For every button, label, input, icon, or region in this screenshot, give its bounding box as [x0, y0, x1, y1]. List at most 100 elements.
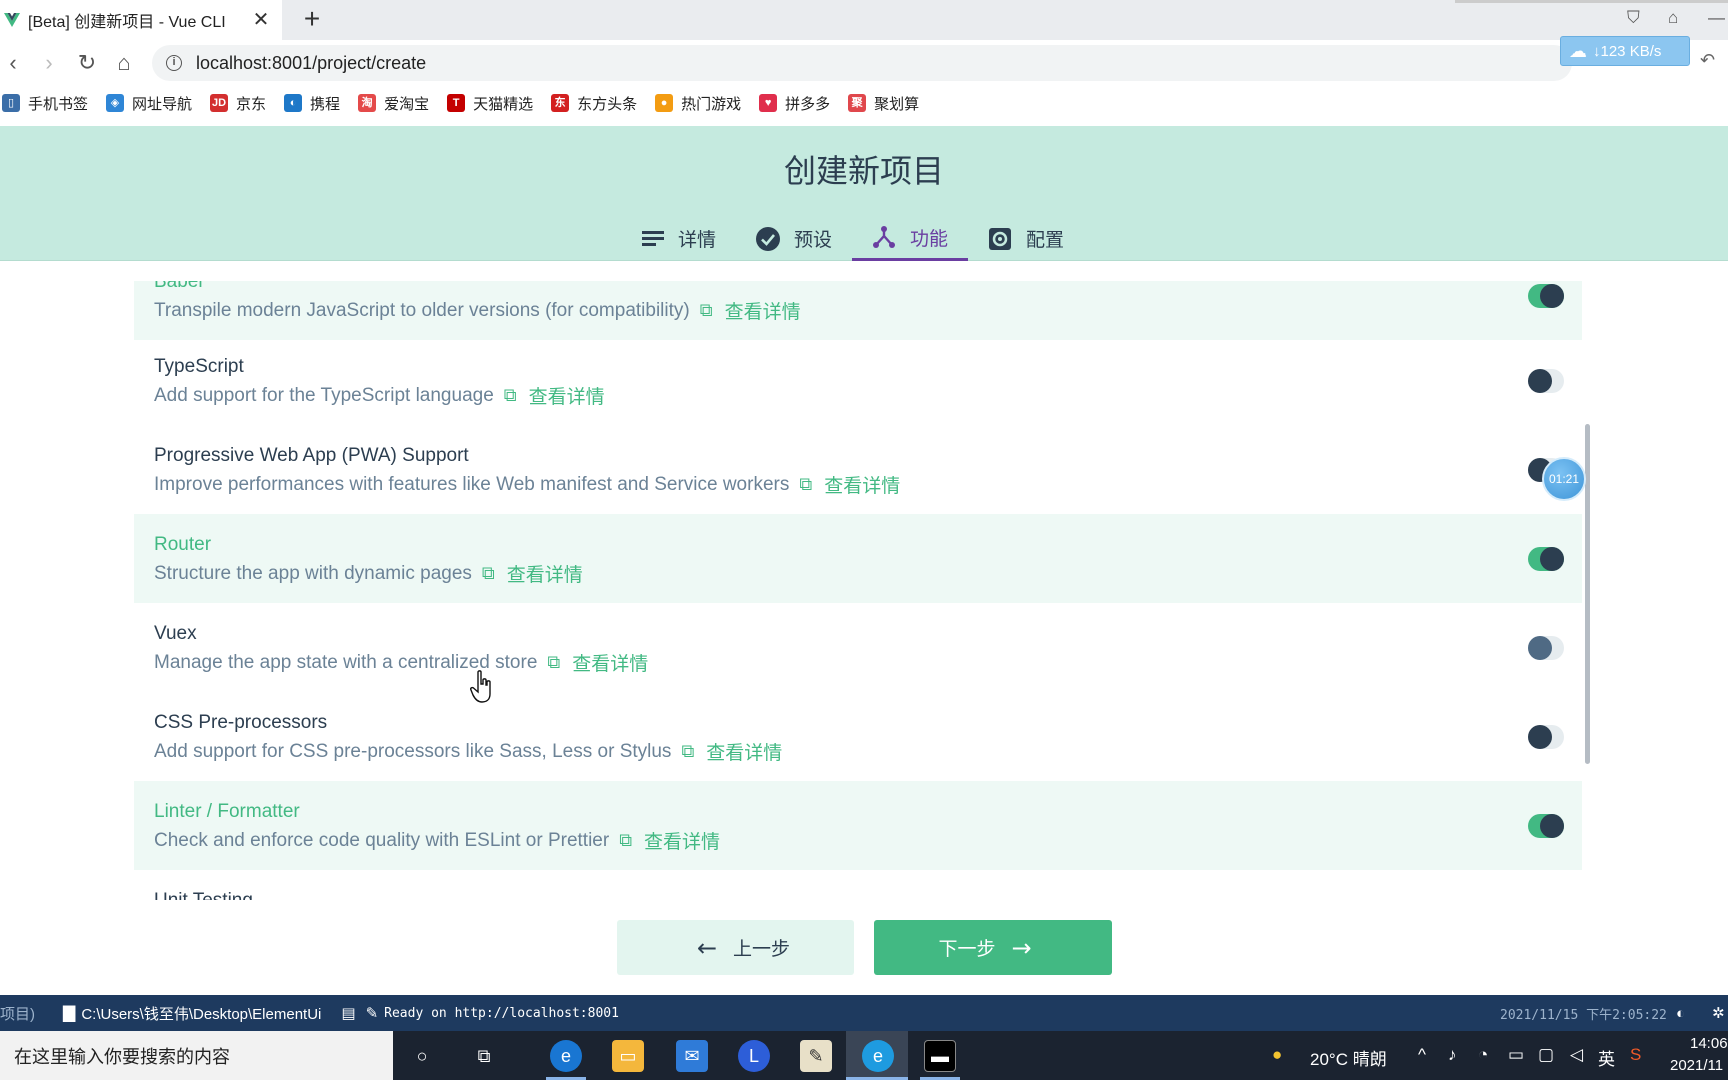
feature-toggle[interactable] — [1528, 369, 1564, 393]
back-icon[interactable]: ‹ — [0, 50, 26, 76]
tab-features[interactable]: 功能 — [852, 216, 969, 261]
minimize-icon[interactable]: — — [1708, 8, 1725, 28]
clock-time[interactable]: 14:06 — [1690, 1035, 1728, 1052]
toggle-knob — [1528, 725, 1552, 749]
feature-row[interactable]: Unit Testing — [134, 870, 1582, 900]
shirt-icon[interactable]: ⌂ — [1668, 8, 1678, 28]
microphone-icon[interactable]: ♪ — [1448, 1045, 1457, 1065]
home-icon[interactable]: ⌂ — [111, 50, 137, 76]
feature-toggle[interactable] — [1528, 284, 1564, 308]
arrow-left-icon: ← — [696, 933, 718, 962]
notepad-icon[interactable]: ✎ — [800, 1040, 832, 1072]
feature-row[interactable]: Vuex Manage the app state with a centrali… — [134, 603, 1582, 692]
feature-details-link[interactable]: 查看详情 — [824, 471, 900, 498]
undo-icon[interactable]: ↶ — [1700, 50, 1715, 71]
network-icon[interactable]: ▢ — [1538, 1045, 1554, 1065]
feature-name: Linter / Formatter — [154, 801, 300, 822]
folder-icon[interactable]: ▇ — [63, 1003, 75, 1023]
feature-row[interactable]: Babel Transpile modern JavaScript to olde… — [134, 281, 1582, 340]
contrast-icon[interactable]: ◐ — [1676, 1005, 1685, 1022]
sogou-icon[interactable]: S — [1630, 1045, 1641, 1065]
next-button[interactable]: 下一步 → — [874, 920, 1112, 975]
clock-date[interactable]: 2021/11 — [1670, 1057, 1723, 1074]
taskbar-search-input[interactable]: 在这里输入你要搜索的内容 — [0, 1031, 393, 1080]
forward-icon[interactable]: › — [36, 50, 62, 76]
mail-icon[interactable]: ✉ — [676, 1040, 708, 1072]
external-link-icon[interactable]: ⧉ — [700, 300, 713, 321]
bookmark-item[interactable]: 东东方头条 — [551, 93, 637, 114]
bookmark-item[interactable]: ◈ 网址导航 — [106, 93, 192, 114]
bookmark-item[interactable]: ● 热门游戏 — [655, 93, 741, 114]
qq-icon[interactable]: ◔ — [1478, 1045, 1488, 1065]
feature-details-link[interactable]: 查看详情 — [507, 560, 583, 587]
bookmark-item[interactable]: ♥ 拼多多 — [759, 93, 830, 114]
speed-badge[interactable]: ☁ ↓123 KB/s — [1560, 36, 1690, 66]
feature-toggle[interactable] — [1528, 814, 1564, 838]
vue-logo-icon — [4, 13, 20, 27]
edge-icon[interactable]: e — [550, 1040, 582, 1072]
tab-details[interactable]: 详情 — [622, 216, 736, 261]
external-link-icon[interactable]: ⧉ — [482, 563, 495, 584]
external-link-icon[interactable]: ⧉ — [681, 741, 694, 762]
feature-row[interactable]: Router Structure the app with dynamic pag… — [134, 514, 1582, 603]
task-view-icon[interactable]: ⧉ — [468, 1040, 500, 1072]
close-icon[interactable]: ✕ — [250, 8, 272, 31]
info-icon[interactable]: i — [166, 55, 182, 71]
external-link-icon[interactable]: ⧉ — [504, 385, 517, 406]
bookmark-item[interactable]: ▯ 手机书签 — [2, 93, 88, 114]
terminal-icon[interactable]: ▤ — [341, 1004, 355, 1022]
external-link-icon[interactable]: ⧉ — [619, 830, 632, 851]
feature-description-row: Structure the app with dynamic pages ⧉ 查看详… — [154, 560, 583, 587]
status-bar: 项目) ▇ C:\Users\钱至伟\Desktop\ElementUi ▤ ✎… — [0, 995, 1728, 1031]
cortana-icon[interactable]: ○ — [406, 1040, 438, 1072]
pinduoduo-icon: ♥ — [759, 94, 778, 112]
weather-text[interactable]: 20°C 晴朗 — [1310, 1045, 1387, 1070]
feature-toggle[interactable] — [1528, 636, 1564, 660]
feature-row[interactable]: Progressive Web App (PWA) Support Improve… — [134, 425, 1582, 514]
feature-row[interactable]: Linter / Formatter Check and enforce code… — [134, 781, 1582, 870]
browser-tab[interactable]: [Beta] 创建新项目 - Vue CLI ✕ — [0, 0, 282, 40]
ime-indicator[interactable]: 英 — [1598, 1045, 1615, 1070]
feature-row[interactable]: CSS Pre-processors Add support for CSS pr… — [134, 692, 1582, 781]
status-timestamp: 2021/11/15 下午2:05:22 — [1500, 1007, 1667, 1023]
browser-taskbar-icon[interactable]: e — [862, 1040, 894, 1072]
external-link-icon[interactable]: ⧉ — [799, 474, 812, 495]
bookmark-item[interactable]: ◐ 携程 — [284, 93, 340, 114]
external-link-icon[interactable]: ⧉ — [547, 652, 560, 673]
feature-description: Structure the app with dynamic pages — [154, 562, 472, 584]
reload-icon[interactable]: ↻ — [74, 50, 100, 76]
url-input[interactable]: i localhost:8001/project/create — [152, 45, 1572, 81]
status-path[interactable]: C:\Users\钱至伟\Desktop\ElementUi — [81, 1003, 321, 1024]
volume-icon[interactable]: ◁ — [1570, 1045, 1583, 1065]
new-tab-button[interactable]: + — [298, 5, 326, 33]
feature-toggle[interactable] — [1528, 547, 1564, 571]
feature-details-link[interactable]: 查看详情 — [529, 382, 605, 409]
feature-details-link[interactable]: 查看详情 — [572, 649, 648, 676]
bookmark-item[interactable]: 淘爱淘宝 — [358, 93, 429, 114]
feature-row[interactable]: TypeScript Add support for the TypeScript… — [134, 336, 1582, 425]
feature-description-row: Check and enforce code quality with ESLi… — [154, 827, 720, 854]
file-explorer-icon[interactable]: ▭ — [612, 1040, 644, 1072]
terminal-taskbar-icon[interactable]: ▬ — [924, 1040, 956, 1072]
feature-name: Vuex — [154, 623, 197, 644]
battery-icon[interactable]: ▭ — [1508, 1045, 1524, 1065]
tab-config[interactable]: 配置 — [968, 216, 1084, 261]
tab-presets[interactable]: 预设 — [736, 216, 852, 261]
page-title: 创建新项目 — [783, 152, 944, 190]
feature-details-link[interactable]: 查看详情 — [644, 827, 720, 854]
timer-badge: 01:21 — [1542, 457, 1586, 501]
feature-details-link[interactable]: 查看详情 — [725, 297, 801, 324]
gear-icon — [989, 227, 1012, 250]
tab-config-label: 配置 — [1026, 229, 1065, 251]
l-app-icon[interactable]: L — [738, 1040, 770, 1072]
bookmark-item[interactable]: JD 京东 — [210, 93, 266, 114]
chevron-up-icon[interactable]: ^ — [1418, 1045, 1426, 1065]
previous-button[interactable]: ← 上一步 — [617, 920, 854, 975]
feature-details-link[interactable]: 查看详情 — [706, 738, 782, 765]
status-project: 项目) — [0, 1005, 35, 1023]
incognito-icon[interactable]: ⛉ — [1627, 8, 1640, 28]
bookmark-item[interactable]: T 天猫精选 — [447, 93, 533, 114]
feature-toggle[interactable] — [1528, 725, 1564, 749]
bookmark-item[interactable]: 聚聚划算 — [848, 93, 919, 114]
settings-icon[interactable]: ✲ — [1712, 1004, 1725, 1022]
